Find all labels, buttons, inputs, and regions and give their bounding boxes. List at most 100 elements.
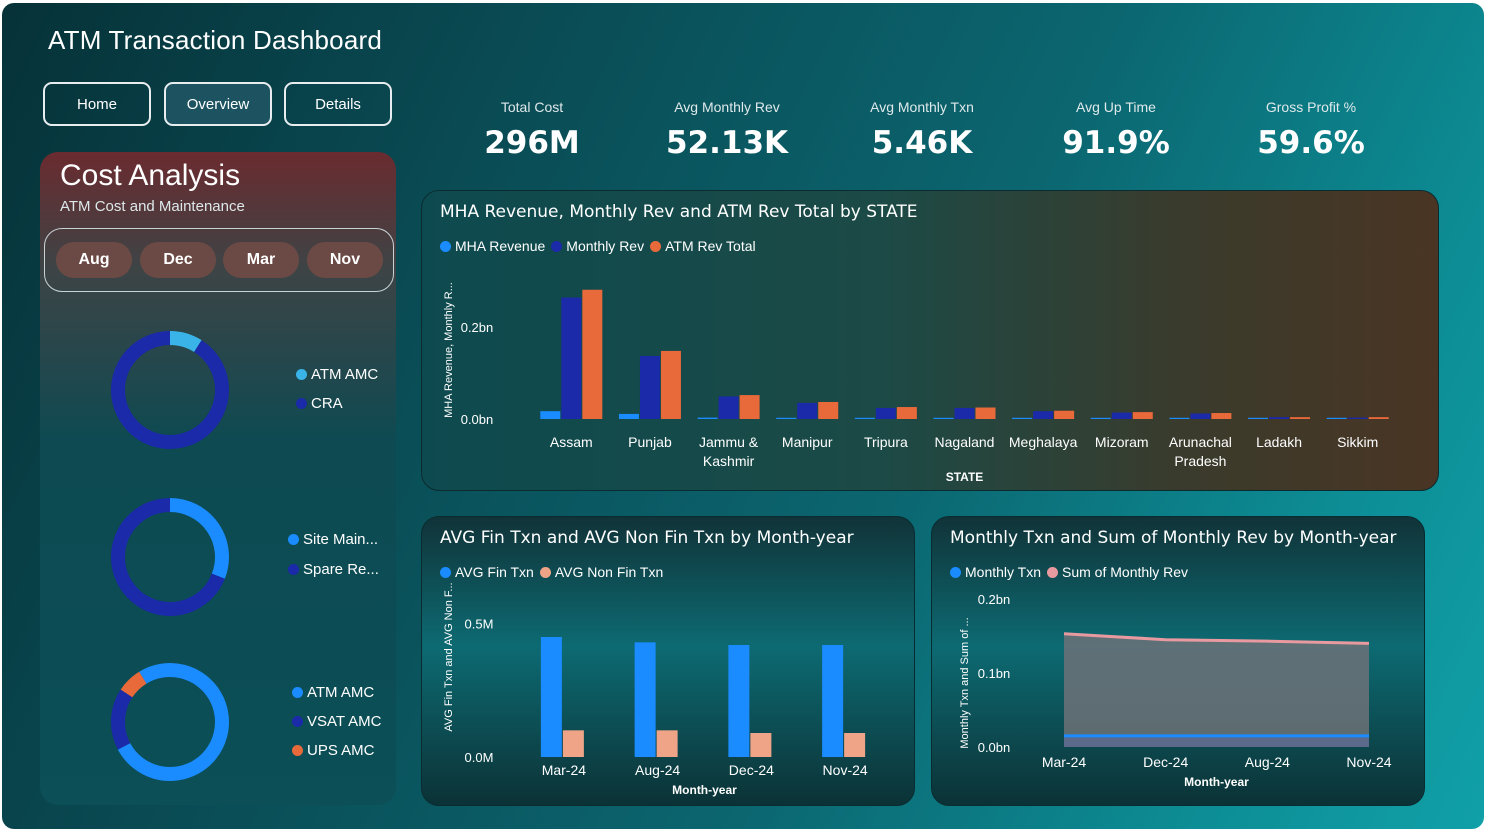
bar xyxy=(844,733,866,757)
monthly-txn-card: Monthly Txn and Sum of Monthly Rev by Mo… xyxy=(931,516,1425,806)
x-tick-label: Jammu & xyxy=(699,434,759,450)
bar xyxy=(1033,411,1054,419)
legend-item[interactable]: VSAT AMC xyxy=(292,713,381,730)
y-axis-title: Monthly Txn and Sum of ... xyxy=(959,617,971,748)
bar xyxy=(854,417,875,419)
donut-slice xyxy=(111,331,229,449)
month-chip-aug[interactable]: Aug xyxy=(56,242,132,278)
kpi-value: 91.9% xyxy=(1062,125,1170,161)
kpi-gross-profit: Gross Profit % 59.6% xyxy=(1221,99,1401,161)
legend-item[interactable]: Spare Re... xyxy=(288,561,379,578)
bar xyxy=(1190,413,1211,419)
bar xyxy=(697,417,718,419)
state-bar-chart[interactable]: 0.0bn 0.2bn MHA Revenue, Monthly R... Assam… xyxy=(422,191,1440,492)
area-fill xyxy=(1064,735,1369,747)
bar xyxy=(582,289,603,419)
legend-label: Spare Re... xyxy=(303,561,379,578)
home-button[interactable]: Home xyxy=(43,82,151,126)
legend-dot xyxy=(288,534,299,545)
legend-dot xyxy=(296,398,307,409)
y-axis-title: AVG Fin Txn and AVG Non F... xyxy=(443,582,455,731)
kpi-value: 5.46K xyxy=(871,125,973,161)
bar xyxy=(1347,417,1368,419)
bar xyxy=(660,350,681,419)
bar xyxy=(639,355,660,419)
bar xyxy=(1012,417,1033,419)
x-tick-label: Assam xyxy=(550,434,593,450)
y-tick-label: 0.2bn xyxy=(461,320,494,335)
x-axis-title: Month-year xyxy=(1184,775,1249,789)
y-tick-label: 0.0bn xyxy=(461,412,494,427)
legend-item[interactable]: UPS AMC xyxy=(292,742,375,759)
bar xyxy=(875,407,896,419)
donut-chart-3[interactable] xyxy=(100,652,240,792)
kpi-label: Avg Up Time xyxy=(1076,99,1156,115)
x-tick-label: Mar-24 xyxy=(1042,754,1087,770)
legend-item[interactable]: Site Main... xyxy=(288,531,378,548)
cost-analysis-title: Cost Analysis xyxy=(60,159,241,192)
fin-txn-card: AVG Fin Txn and AVG Non Fin Txn by Month… xyxy=(421,516,915,806)
monthly-txn-area-chart[interactable]: 0.2bn 0.1bn 0.0bn Monthly Txn and Sum of ..… xyxy=(932,517,1426,807)
bar xyxy=(1248,417,1269,419)
cost-analysis-subtitle: ATM Cost and Maintenance xyxy=(60,198,245,215)
x-tick-label: Manipur xyxy=(782,434,833,450)
x-tick-label: Tripura xyxy=(864,434,908,450)
kpi-label: Avg Monthly Rev xyxy=(674,99,780,115)
donut-chart-2[interactable] xyxy=(100,487,240,627)
y-tick-label: 0.5M xyxy=(465,617,494,632)
bar xyxy=(896,407,917,419)
bar xyxy=(1269,417,1290,419)
legend-label: UPS AMC xyxy=(307,742,375,759)
legend-dot xyxy=(292,745,303,756)
bar xyxy=(822,645,844,757)
legend-label: CRA xyxy=(311,395,343,412)
kpi-total-cost: Total Cost 296M xyxy=(442,99,622,161)
x-tick-label: Aug-24 xyxy=(635,762,680,778)
legend-dot xyxy=(292,687,303,698)
bar xyxy=(739,395,760,419)
kpi-value: 296M xyxy=(484,125,580,161)
bar xyxy=(1368,417,1389,419)
x-tick-label: Kashmir xyxy=(703,453,755,469)
fin-txn-bar-chart[interactable]: 0.0M 0.5M AVG Fin Txn and AVG Non F... Mar-… xyxy=(422,517,916,807)
month-chip-dec[interactable]: Dec xyxy=(140,242,216,278)
x-tick-label: Sikkim xyxy=(1337,434,1378,450)
details-button[interactable]: Details xyxy=(284,82,392,126)
legend-label: ATM AMC xyxy=(311,366,379,383)
bar xyxy=(750,733,772,757)
x-tick-label: Nov-24 xyxy=(1346,754,1391,770)
bar xyxy=(540,411,561,419)
y-tick-label: 0.0M xyxy=(465,750,494,765)
area-fill xyxy=(1064,633,1369,747)
legend-dot xyxy=(292,716,303,727)
legend-item[interactable]: CRA xyxy=(296,395,343,412)
bar xyxy=(776,417,797,419)
dashboard-canvas: ATM Transaction Dashboard Home Overview … xyxy=(2,3,1484,829)
bar xyxy=(1169,417,1190,419)
bar xyxy=(975,407,996,419)
month-chip-mar[interactable]: Mar xyxy=(223,242,299,278)
x-tick-label: Meghalaya xyxy=(1009,434,1078,450)
x-tick-label: Punjab xyxy=(628,434,672,450)
legend-label: ATM AMC xyxy=(307,684,375,701)
bar xyxy=(618,413,639,419)
donut-chart-1[interactable] xyxy=(100,320,240,460)
legend-label: VSAT AMC xyxy=(307,713,382,730)
kpi-label: Gross Profit % xyxy=(1265,99,1357,115)
bar xyxy=(1326,417,1347,419)
legend-item[interactable]: ATM AMC xyxy=(296,366,378,383)
bar xyxy=(954,407,975,419)
bar xyxy=(1132,412,1153,419)
x-tick-label: Nagaland xyxy=(935,434,995,450)
x-axis-title: STATE xyxy=(946,470,984,484)
x-tick-label: Pradesh xyxy=(1174,453,1226,469)
kpi-avg-monthly-txn: Avg Monthly Txn 5.46K xyxy=(832,99,1012,161)
x-tick-label: Dec-24 xyxy=(729,762,774,778)
donut-slice xyxy=(111,689,133,750)
overview-button[interactable]: Overview xyxy=(164,82,272,126)
legend-item[interactable]: ATM AMC xyxy=(292,684,374,701)
bar xyxy=(562,730,584,757)
month-chip-nov[interactable]: Nov xyxy=(307,242,383,278)
legend-dot xyxy=(296,369,307,380)
bar xyxy=(561,297,582,419)
